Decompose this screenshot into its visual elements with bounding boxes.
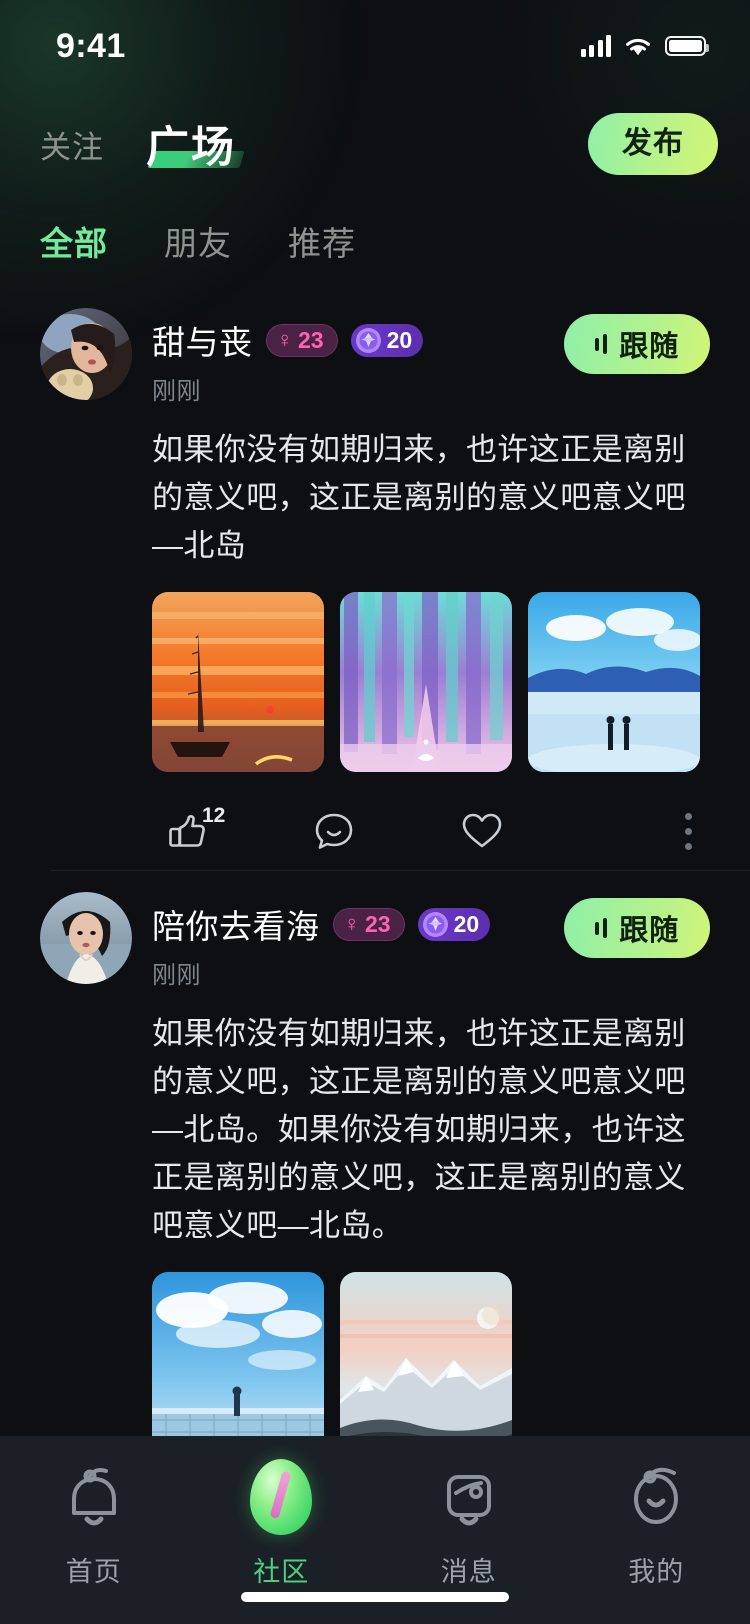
level-badge: 20 <box>350 323 424 357</box>
like-button[interactable]: 12 <box>166 804 225 852</box>
home-indicator <box>241 1592 509 1602</box>
heart-icon <box>462 813 502 848</box>
gender-age-badge: ♀ 23 <box>332 907 405 941</box>
post-header: 陪你去看海 ♀ 23 20 刚刚 跟随 <box>40 892 710 990</box>
follow-button[interactable]: 跟随 <box>564 898 710 958</box>
page-title-wrap: 广场 <box>146 113 245 175</box>
level-badge-value: 20 <box>453 910 480 937</box>
post-identity: 甜与丧 ♀ 23 20 刚刚 <box>152 308 564 406</box>
gender-age-badge: ♀ 23 <box>265 323 338 357</box>
level-badge-value: 20 <box>386 326 413 353</box>
post-feed[interactable]: 甜与丧 ♀ 23 20 刚刚 跟随 如果你没有如期归来，也许这正是离别的意义吧，… <box>0 286 750 1624</box>
post-header: 甜与丧 ♀ 23 20 刚刚 跟随 <box>40 308 710 406</box>
post-item[interactable]: 甜与丧 ♀ 23 20 刚刚 跟随 如果你没有如期归来，也许这正是离别的意义吧，… <box>0 286 750 870</box>
nav-label-home: 首页 <box>65 1557 122 1587</box>
status-bar: 9:41 <box>0 0 750 92</box>
post-images <box>152 1272 710 1452</box>
more-vertical-icon <box>677 807 700 856</box>
battery-full-icon <box>665 36 709 56</box>
cellular-bars-icon <box>580 35 611 57</box>
post-text: 如果你没有如期归来，也许这正是离别的意义吧，这正是离别的意义吧意义吧—北岛 <box>152 432 686 563</box>
post-identity: 陪你去看海 ♀ 23 20 刚刚 <box>152 892 564 990</box>
message-box-icon <box>435 1458 503 1536</box>
comment-button[interactable] <box>312 809 356 853</box>
level-badge: 20 <box>417 907 491 941</box>
tab-recommend[interactable]: 推荐 <box>288 217 356 265</box>
nav-item-profile[interactable]: 我的 <box>563 1458 750 1589</box>
post-timestamp: 刚刚 <box>152 378 201 405</box>
avatar[interactable] <box>40 892 132 984</box>
post-name-row: 甜与丧 ♀ 23 20 <box>152 316 564 364</box>
audio-wave-icon <box>594 334 608 354</box>
nav-item-home[interactable]: 首页 <box>0 1458 188 1589</box>
post-name-row: 陪你去看海 ♀ 23 20 <box>152 900 564 948</box>
female-icon: ♀ <box>343 911 361 936</box>
follow-button-label: 跟随 <box>619 915 680 947</box>
post-image[interactable] <box>152 1272 324 1452</box>
post-image[interactable] <box>152 592 324 772</box>
more-button[interactable] <box>677 807 700 856</box>
gender-badge-value: 23 <box>298 326 324 353</box>
follow-button[interactable]: 跟随 <box>564 314 710 374</box>
tab-friends[interactable]: 朋友 <box>164 217 232 265</box>
egg-community-icon <box>250 1458 313 1536</box>
avatar[interactable] <box>40 308 132 400</box>
nav-label-community: 社区 <box>253 1557 310 1587</box>
app-root: 9:41 关注 广场 发布 全部 朋友 推荐 甜与丧 ♀ 23 20 刚刚 跟随… <box>0 0 750 1624</box>
favorite-button[interactable] <box>460 810 504 852</box>
post-username[interactable]: 甜与丧 <box>152 316 253 364</box>
post-username[interactable]: 陪你去看海 <box>152 900 320 948</box>
nav-tab-following[interactable]: 关注 <box>40 122 104 167</box>
post-image[interactable] <box>340 592 512 772</box>
publish-button[interactable]: 发布 <box>588 113 718 175</box>
post-image[interactable] <box>340 1272 512 1452</box>
bell-home-icon <box>60 1458 128 1536</box>
app-header: 关注 广场 发布 <box>0 92 750 196</box>
nav-item-messages[interactable]: 消息 <box>375 1458 563 1589</box>
nav-label-messages: 消息 <box>440 1557 497 1587</box>
post-actions: 12 <box>152 792 710 870</box>
post-text: 如果你没有如期归来，也许这正是离别的意义吧，这正是离别的意义吧意义吧—北岛。如果… <box>152 1016 686 1243</box>
feed-tabs: 全部 朋友 推荐 <box>0 196 750 286</box>
post-images <box>152 592 710 772</box>
gem-icon <box>422 911 448 937</box>
status-time: 9:41 <box>56 26 126 65</box>
like-count: 12 <box>202 804 226 827</box>
audio-wave-icon <box>594 918 608 938</box>
post-timestamp: 刚刚 <box>152 962 201 989</box>
nav-label-profile: 我的 <box>628 1557 685 1587</box>
wifi-icon <box>626 38 650 55</box>
follow-button-label: 跟随 <box>619 331 680 363</box>
gem-icon <box>355 327 381 353</box>
profile-face-icon <box>622 1458 690 1536</box>
post-image[interactable] <box>528 592 700 772</box>
female-icon: ♀ <box>276 327 294 352</box>
tab-all[interactable]: 全部 <box>40 217 108 265</box>
gender-badge-value: 23 <box>365 910 391 937</box>
nav-item-community[interactable]: 社区 <box>188 1458 376 1589</box>
page-title: 广场 <box>146 124 236 172</box>
comment-bubble-icon <box>315 813 353 849</box>
status-indicators <box>580 35 709 57</box>
